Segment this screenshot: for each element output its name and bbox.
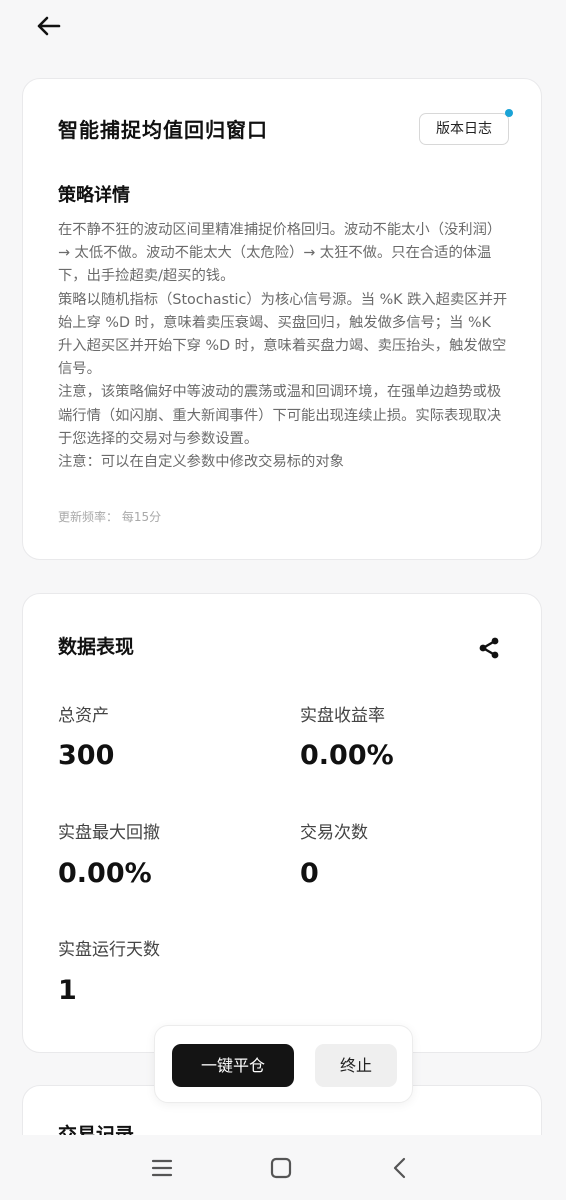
strategy-description: 在不静不狂的波动区间里精准捕捉价格回归。波动不能太小（没利润）→ 太低不做。波动… xyxy=(58,222,508,471)
performance-title: 数据表现 xyxy=(58,636,135,658)
home-button[interactable] xyxy=(264,1151,298,1185)
arrow-left-icon xyxy=(37,16,61,36)
stop-strategy-button[interactable]: 终止 xyxy=(315,1044,397,1087)
action-bar: 一键平仓 终止 xyxy=(154,1025,413,1103)
strategy-title: 智能捕捉均值回归窗口 xyxy=(58,118,268,142)
metric-value-trade-count: 0 xyxy=(300,858,319,889)
system-nav-bar xyxy=(0,1135,566,1200)
performance-card: 数据表现 总资产 300 实盘收益率 0.00% 实盘最大回撤 0.00% 交易… xyxy=(22,593,542,1053)
new-badge-dot xyxy=(505,109,513,117)
changelog-button[interactable]: 版本日志 xyxy=(419,109,513,145)
metric-label-running-days: 实盘运行天数 xyxy=(58,940,160,960)
system-back-button[interactable] xyxy=(383,1151,417,1185)
strategy-detail-page: 智能捕捉均值回归窗口 版本日志 策略详情 在不静不狂的波动区间里精准捕捉价格回归… xyxy=(0,0,566,1200)
back-button[interactable] xyxy=(30,10,66,42)
metric-label-total-assets: 总资产 xyxy=(58,706,109,726)
share-icon xyxy=(479,637,499,659)
details-title: 策略详情 xyxy=(58,185,130,206)
metric-value-total-assets: 300 xyxy=(58,740,115,771)
share-button[interactable] xyxy=(475,634,503,662)
metric-value-live-return: 0.00% xyxy=(300,740,394,771)
menu-icon xyxy=(151,1159,173,1177)
chevron-left-icon xyxy=(393,1157,406,1179)
metric-label-trade-count: 交易次数 xyxy=(300,823,368,843)
metric-label-max-drawdown: 实盘最大回撤 xyxy=(58,823,160,843)
update-frequency: 更新频率： 每15分 xyxy=(58,510,162,524)
recent-apps-button[interactable] xyxy=(145,1151,179,1185)
home-icon xyxy=(270,1157,292,1179)
metric-value-running-days: 1 xyxy=(58,975,77,1006)
changelog-label: 版本日志 xyxy=(436,121,492,137)
metric-value-max-drawdown: 0.00% xyxy=(58,858,152,889)
metric-label-live-return: 实盘收益率 xyxy=(300,706,385,726)
close-all-positions-button[interactable]: 一键平仓 xyxy=(172,1044,294,1087)
strategy-card: 智能捕捉均值回归窗口 版本日志 策略详情 在不静不狂的波动区间里精准捕捉价格回归… xyxy=(22,78,542,560)
top-bar xyxy=(0,0,566,60)
